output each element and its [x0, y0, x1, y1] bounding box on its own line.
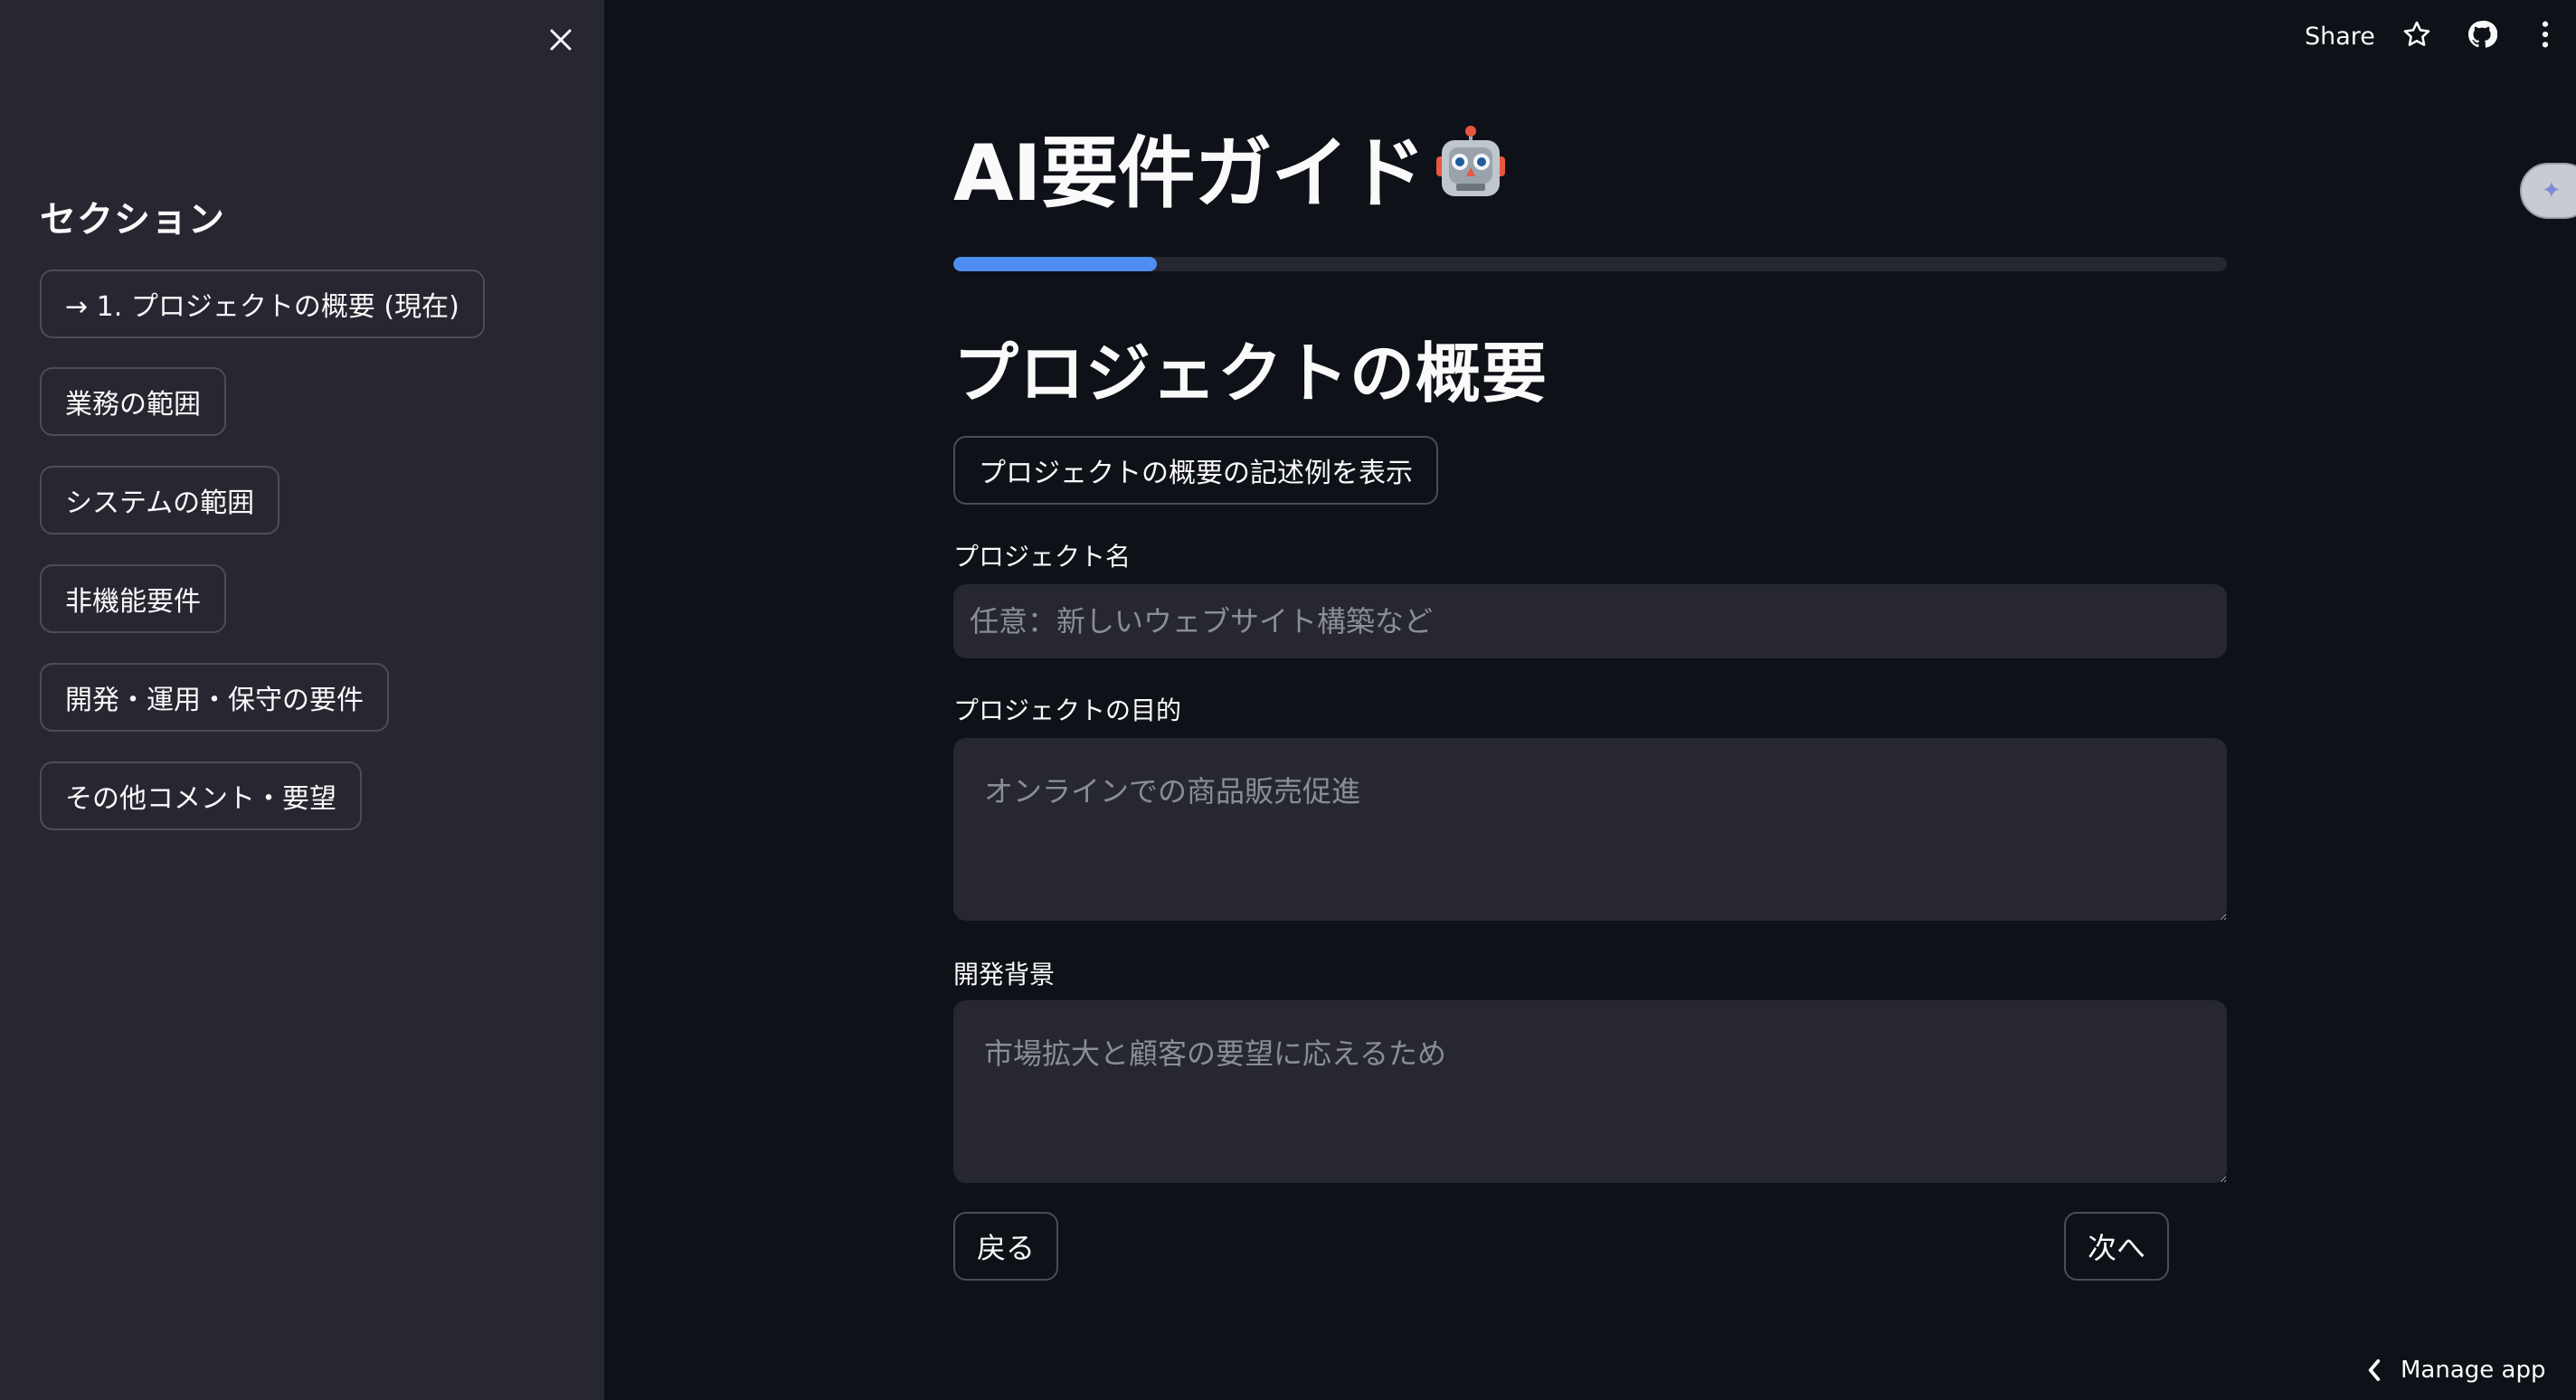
widget-icon: ✦ [2542, 177, 2562, 204]
floating-widget-button[interactable]: ✦ [2520, 163, 2576, 219]
manage-app-label: Manage app [2401, 1357, 2546, 1384]
background-label: 開発背景 [953, 960, 1056, 989]
title-row: AI要件ガイド [953, 116, 1507, 219]
sidebar-item-nonfunctional[interactable]: 非機能要件 [40, 564, 226, 633]
section-title: プロジェクトの概要 [953, 336, 1548, 411]
sidebar-heading: セクション [40, 199, 225, 241]
chevron-left-icon [2366, 1358, 2382, 1382]
page-title: AI要件ガイド [953, 128, 1426, 219]
show-example-button[interactable]: プロジェクトの概要の記述例を表示 [953, 436, 1438, 505]
project-name-label: プロジェクト名 [953, 542, 1132, 572]
next-button[interactable]: 次へ [2064, 1212, 2170, 1281]
sidebar-item-system-scope[interactable]: システムの範囲 [40, 466, 280, 534]
project-purpose-textarea[interactable] [953, 738, 2227, 921]
project-purpose-label: プロジェクトの目的 [953, 695, 1182, 725]
close-icon[interactable] [543, 22, 579, 58]
project-name-input[interactable] [953, 584, 2227, 658]
more-vertical-icon[interactable] [2527, 16, 2563, 52]
sidebar-item-dev-ops-maintenance[interactable]: 開発・運用・保守の要件 [40, 663, 389, 732]
manage-app-button[interactable]: Manage app [2341, 1340, 2576, 1400]
sidebar: セクション → 1. プロジェクトの概要 (現在) 業務の範囲 システムの範囲 … [0, 0, 604, 1400]
sidebar-item-business-scope[interactable]: 業務の範囲 [40, 367, 226, 436]
progress-fill [953, 257, 1158, 271]
sidebar-item-other-comments[interactable]: その他コメント・要望 [40, 761, 362, 830]
star-icon[interactable] [2399, 16, 2435, 52]
github-icon[interactable] [2464, 16, 2500, 52]
back-button[interactable]: 戻る [953, 1212, 1059, 1281]
background-textarea[interactable] [953, 1000, 2227, 1183]
share-button[interactable]: Share [2305, 18, 2375, 54]
sidebar-item-project-overview[interactable]: → 1. プロジェクトの概要 (現在) [40, 270, 485, 338]
progress-bar [953, 257, 2227, 271]
robot-icon [1435, 126, 1507, 205]
